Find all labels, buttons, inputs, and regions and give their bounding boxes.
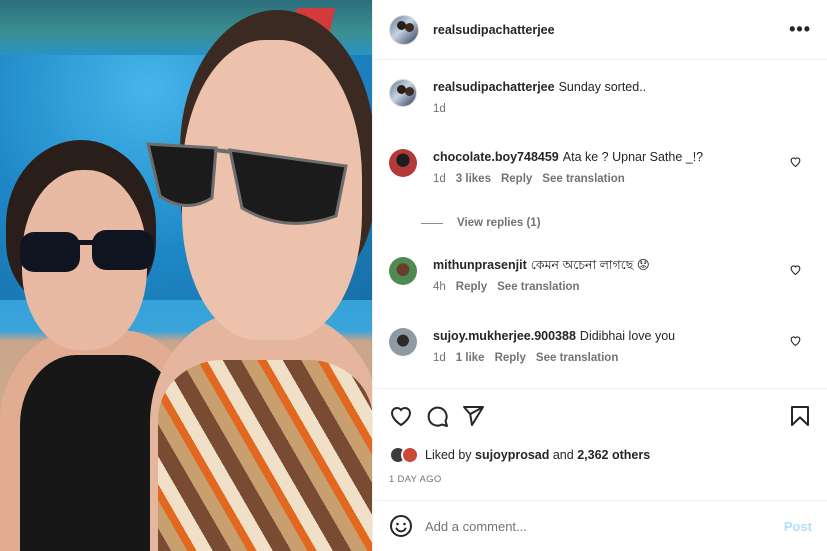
see-translation-link[interactable]: See translation	[497, 281, 579, 293]
comment-time: 1d	[433, 352, 446, 364]
comment-heart-icon[interactable]	[789, 263, 802, 276]
share-icon[interactable]	[461, 404, 485, 428]
post-button[interactable]: Post	[784, 519, 812, 534]
comment-username[interactable]: chocolate.boy748459	[433, 150, 559, 164]
comment-likes-count[interactable]: 1 like	[456, 352, 485, 364]
likes-summary: Liked by sujoyprosad and 2,362 others	[389, 446, 650, 464]
person-right-sunglasses	[146, 142, 348, 225]
comment-username[interactable]: sujoy.mukherjee.900388	[433, 329, 576, 343]
reply-button[interactable]: Reply	[501, 173, 532, 185]
comments-list: realsudipachatterjee Sunday sorted.. 1d c…	[373, 61, 827, 387]
liked-by-label: Liked by	[425, 448, 472, 462]
view-replies-label: View replies (1)	[457, 217, 541, 229]
bookmark-icon[interactable]	[788, 404, 812, 428]
liker-username[interactable]: sujoyprosad	[475, 448, 549, 462]
comment-text: Ata ke ? Upnar Sathe _!?	[562, 150, 704, 164]
replies-divider	[421, 222, 443, 224]
post-photo	[0, 0, 372, 551]
author-avatar[interactable]	[389, 14, 419, 45]
comment-body: sujoy.mukherjee.900388 Didibhai love you …	[433, 328, 812, 364]
comment-username[interactable]: mithunprasenjit	[433, 258, 527, 272]
post-panel: realsudipachatterjee ••• realsudipachatt…	[372, 0, 827, 551]
commenter-avatar[interactable]	[389, 149, 417, 177]
comment-icon[interactable]	[425, 404, 449, 428]
comment-time: 1d	[433, 173, 446, 185]
caption-text: Sunday sorted..	[558, 80, 647, 94]
reply-button[interactable]: Reply	[456, 281, 487, 293]
caption-time: 1d	[433, 103, 446, 115]
see-translation-link[interactable]: See translation	[542, 173, 624, 185]
comment-row: sujoy.mukherjee.900388 Didibhai love you …	[389, 328, 812, 364]
more-options-icon[interactable]: •••	[789, 19, 811, 40]
likes-text: Liked by sujoyprosad and 2,362 others	[425, 448, 650, 462]
reply-button[interactable]: Reply	[495, 352, 526, 364]
likes-and: and	[552, 448, 574, 462]
see-translation-link[interactable]: See translation	[536, 352, 618, 364]
commenter-avatar[interactable]	[389, 328, 417, 356]
heart-icon[interactable]	[389, 404, 413, 428]
comment-text: Didibhai love you	[579, 329, 676, 343]
author-username[interactable]: realsudipachatterjee	[433, 23, 555, 37]
emoji-icon[interactable]	[389, 514, 413, 538]
caption-username[interactable]: realsudipachatterjee	[433, 80, 555, 94]
post-date: 1 DAY AGO	[389, 474, 442, 485]
caption-body: realsudipachatterjee Sunday sorted.. 1d	[433, 79, 812, 115]
liker-avatar	[401, 446, 419, 464]
post-header: realsudipachatterjee •••	[373, 0, 827, 60]
comment-heart-icon[interactable]	[789, 334, 802, 347]
comment-text: কেমন অচেনা লাগছে 😟	[530, 258, 650, 272]
comment-row: chocolate.boy748459 Ata ke ? Upnar Sathe …	[389, 149, 812, 185]
comment-row: mithunprasenjit কেমন অচেনা লাগছে 😟 4h Rep…	[389, 257, 812, 293]
add-comment-bar: Post	[373, 500, 827, 551]
action-bar	[373, 388, 827, 442]
likes-others-count[interactable]: 2,362 others	[577, 448, 650, 462]
add-comment-input[interactable]	[425, 518, 784, 534]
caption-row: realsudipachatterjee Sunday sorted.. 1d	[389, 79, 812, 115]
commenter-avatar[interactable]	[389, 257, 417, 285]
caption-avatar[interactable]	[389, 79, 417, 107]
comment-time: 4h	[433, 281, 446, 293]
person-right-swimsuit	[158, 360, 372, 551]
person-left-sunglasses	[20, 230, 154, 272]
comment-body: mithunprasenjit কেমন অচেনা লাগছে 😟 4h Rep…	[433, 257, 812, 293]
comment-body: chocolate.boy748459 Ata ke ? Upnar Sathe …	[433, 149, 812, 185]
comment-likes-count[interactable]: 3 likes	[456, 173, 491, 185]
view-replies-button[interactable]: View replies (1)	[421, 217, 541, 229]
comment-heart-icon[interactable]	[789, 155, 802, 168]
